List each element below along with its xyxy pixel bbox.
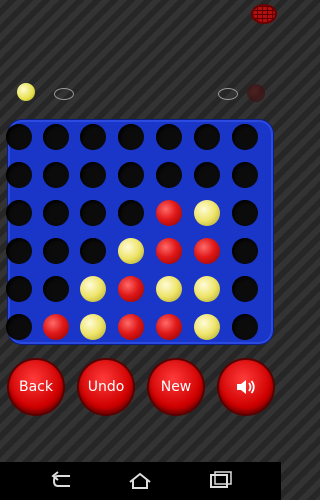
board-cell-empty[interactable] <box>43 238 69 264</box>
board-cell-empty[interactable] <box>232 162 258 188</box>
board-cell-empty[interactable] <box>80 200 106 226</box>
board-cell-yellow[interactable] <box>80 314 106 340</box>
board-cell-red[interactable] <box>43 314 69 340</box>
menu-globe-icon[interactable] <box>251 4 277 24</box>
board-cell-yellow[interactable] <box>194 314 220 340</box>
board-cell-yellow[interactable] <box>118 238 144 264</box>
board-cell-empty[interactable] <box>80 124 106 150</box>
board-cell-empty[interactable] <box>43 276 69 302</box>
board-cell-yellow[interactable] <box>156 276 182 302</box>
board-cell-empty[interactable] <box>232 200 258 226</box>
board-cell-empty[interactable] <box>156 162 182 188</box>
board-cell-empty[interactable] <box>43 124 69 150</box>
player1-empty-slot <box>54 88 74 100</box>
board-cell-empty[interactable] <box>43 200 69 226</box>
board-cell-empty[interactable] <box>80 238 106 264</box>
board-cell-empty[interactable] <box>232 238 258 264</box>
board-cell-empty[interactable] <box>6 124 32 150</box>
board-cell-empty[interactable] <box>6 276 32 302</box>
android-nav-bar <box>0 462 281 500</box>
sound-button[interactable] <box>219 360 273 414</box>
board-cell-red[interactable] <box>118 276 144 302</box>
board-cell-red[interactable] <box>194 238 220 264</box>
back-button[interactable]: Back <box>9 360 63 414</box>
recents-icon[interactable] <box>206 470 234 492</box>
board-cell-red[interactable] <box>156 200 182 226</box>
board-cell-yellow[interactable] <box>194 200 220 226</box>
board-cell-empty[interactable] <box>156 124 182 150</box>
board-cell-yellow[interactable] <box>80 276 106 302</box>
board-cell-empty[interactable] <box>6 238 32 264</box>
back-arrow-icon[interactable] <box>48 470 76 492</box>
board-cell-empty[interactable] <box>194 124 220 150</box>
board-cell-empty[interactable] <box>80 162 106 188</box>
board-cell-red[interactable] <box>156 314 182 340</box>
home-icon[interactable] <box>126 470 154 492</box>
board-cell-empty[interactable] <box>232 314 258 340</box>
player1-yellow-token <box>17 83 35 101</box>
new-game-button[interactable]: New <box>149 360 203 414</box>
board-cell-empty[interactable] <box>232 124 258 150</box>
board-cell-empty[interactable] <box>6 162 32 188</box>
board-cell-red[interactable] <box>156 238 182 264</box>
board-cell-empty[interactable] <box>6 200 32 226</box>
board-cell-yellow[interactable] <box>194 276 220 302</box>
board-cell-empty[interactable] <box>118 200 144 226</box>
player2-red-token <box>247 84 265 102</box>
board-cell-empty[interactable] <box>194 162 220 188</box>
board-cell-red[interactable] <box>118 314 144 340</box>
game-board[interactable] <box>6 120 273 344</box>
board-cell-empty[interactable] <box>6 314 32 340</box>
board-cell-empty[interactable] <box>118 124 144 150</box>
board-cell-empty[interactable] <box>232 276 258 302</box>
board-cell-empty[interactable] <box>43 162 69 188</box>
board-cell-empty[interactable] <box>118 162 144 188</box>
speaker-icon <box>237 380 255 394</box>
undo-button[interactable]: Undo <box>79 360 133 414</box>
player2-empty-slot <box>218 88 238 100</box>
